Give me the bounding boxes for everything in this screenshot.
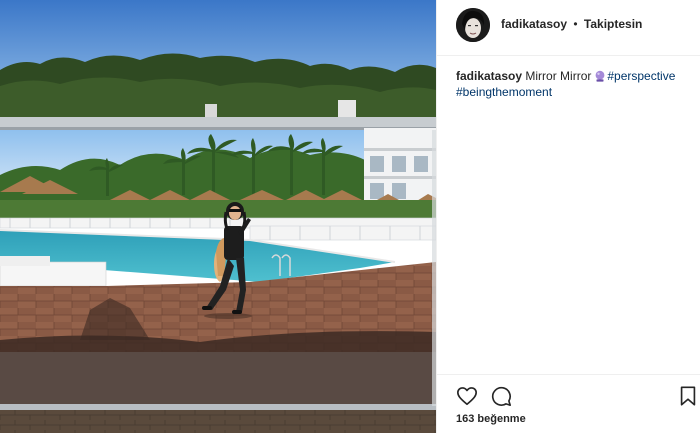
heart-icon — [457, 387, 477, 406]
post-username-link[interactable]: fadikatasoy — [501, 17, 567, 31]
hashtag-link-perspective[interactable]: #perspective — [607, 69, 675, 83]
comment-icon — [491, 386, 511, 406]
likes-count[interactable]: 163 beğenme — [456, 413, 526, 425]
caption-text: Mirror Mirror — [525, 69, 592, 83]
post-sidebar: fadikatasoy • Takiptesin fadikatasoy Mir… — [436, 0, 700, 433]
follow-status-button[interactable]: Takiptesin — [584, 17, 642, 31]
separator-dot: • — [573, 17, 578, 31]
post-header: fadikatasoy • Takiptesin — [437, 0, 700, 56]
save-button[interactable] — [677, 385, 699, 407]
post-photo[interactable] — [0, 0, 436, 433]
hashtag-link-beingthemoment[interactable]: #beingthemoment — [456, 85, 552, 99]
avatar[interactable] — [456, 8, 490, 42]
like-button[interactable] — [456, 385, 478, 407]
mirror-pool-photo — [0, 0, 436, 433]
crystal-ball-icon — [595, 70, 605, 82]
avatar-image — [456, 8, 490, 42]
bookmark-icon — [680, 386, 696, 406]
post-actions: 163 beğenme — [437, 374, 700, 433]
comment-button[interactable] — [490, 385, 512, 407]
caption-username-link[interactable]: fadikatasoy — [456, 69, 522, 83]
post-caption: fadikatasoy Mirror Mirror #perspective #… — [456, 68, 686, 100]
header-text: fadikatasoy • Takiptesin — [501, 17, 642, 31]
instagram-post: fadikatasoy • Takiptesin fadikatasoy Mir… — [0, 0, 700, 433]
